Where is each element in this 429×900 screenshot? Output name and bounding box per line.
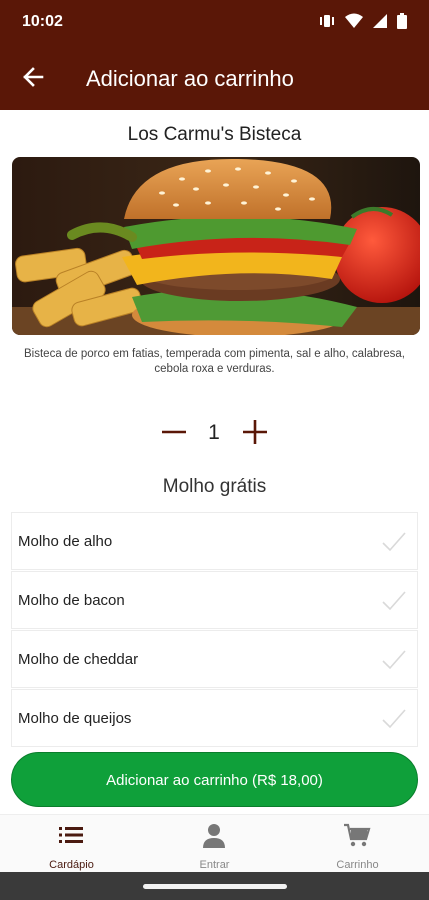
nav-label: Cardápio bbox=[49, 859, 94, 871]
nav-label: Carrinho bbox=[336, 859, 379, 871]
cart-icon bbox=[343, 821, 371, 849]
app-bar: 10:02 Adicionar ao carrinho bbox=[0, 0, 429, 110]
decrease-quantity-button[interactable] bbox=[160, 418, 188, 446]
sauces-list: Molho de alho Molho de bacon Molho de ch… bbox=[11, 512, 418, 748]
signal-icon bbox=[372, 13, 388, 34]
product-name: Los Carmu's Bisteca bbox=[127, 124, 302, 145]
back-arrow-icon[interactable] bbox=[16, 60, 50, 94]
list-icon bbox=[57, 821, 85, 849]
battery-icon bbox=[397, 13, 407, 34]
quantity-value: 1 bbox=[208, 421, 220, 444]
product-description: Bisteca de porco em fatias, temperada co… bbox=[24, 348, 405, 375]
sauce-label: Molho de alho bbox=[18, 533, 113, 550]
sauce-label: Molho de queijos bbox=[18, 710, 132, 727]
system-navigation-bar bbox=[0, 872, 429, 900]
status-icons bbox=[318, 13, 407, 34]
nav-item-entrar[interactable]: Entrar bbox=[143, 815, 286, 873]
status-time: 10:02 bbox=[22, 13, 63, 30]
list-item-sauce[interactable]: Molho de cheddar bbox=[11, 630, 418, 688]
check-icon bbox=[381, 706, 407, 732]
list-item-sauce[interactable]: Molho de bacon bbox=[11, 571, 418, 629]
list-item-sauce[interactable]: Molho de queijos bbox=[11, 689, 418, 747]
list-item-sauce[interactable]: Molho de alho bbox=[11, 512, 418, 570]
nav-label: Entrar bbox=[199, 859, 230, 871]
nav-item-carrinho[interactable]: Carrinho bbox=[286, 815, 429, 873]
check-icon bbox=[381, 647, 407, 673]
wifi-icon bbox=[345, 13, 363, 34]
quantity-stepper: 1 bbox=[0, 415, 429, 451]
nav-item-cardapio[interactable]: Cardápio bbox=[0, 815, 143, 873]
sauces-section-title: Molho grátis bbox=[162, 476, 267, 497]
status-bar: 10:02 bbox=[0, 0, 429, 46]
home-handle[interactable] bbox=[143, 884, 287, 889]
bottom-navigation: Cardápio Entrar Carrinho bbox=[0, 814, 429, 872]
product-image bbox=[12, 157, 420, 335]
page-title: Adicionar ao carrinho bbox=[86, 66, 294, 91]
sauce-label: Molho de bacon bbox=[18, 592, 125, 609]
person-icon bbox=[200, 821, 228, 849]
check-icon bbox=[381, 588, 407, 614]
toolbar: Adicionar ao carrinho bbox=[0, 46, 429, 110]
vibrate-icon bbox=[318, 13, 336, 34]
sauce-label: Molho de cheddar bbox=[18, 651, 139, 668]
check-icon bbox=[381, 529, 407, 555]
add-to-cart-button[interactable]: Adicionar ao carrinho (R$ 18,00) bbox=[11, 752, 418, 807]
increase-quantity-button[interactable] bbox=[241, 418, 269, 446]
